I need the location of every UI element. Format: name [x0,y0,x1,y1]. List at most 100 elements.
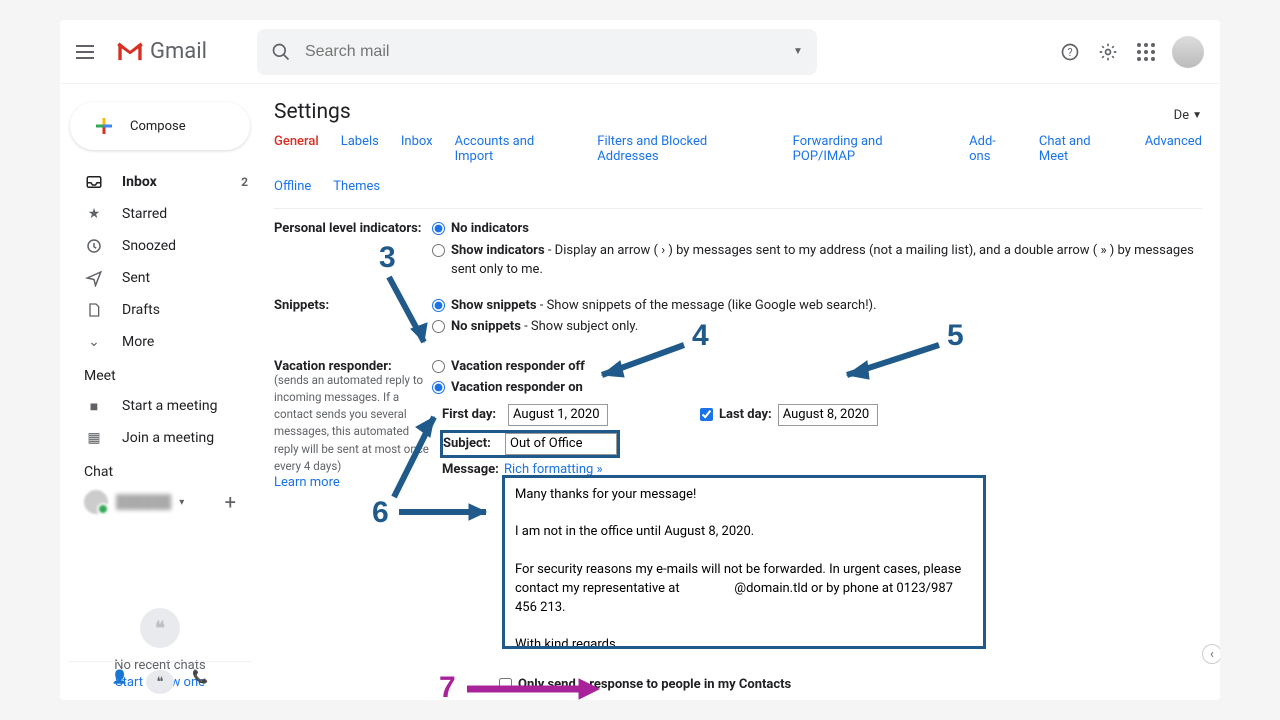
svg-text:7: 7 [439,671,456,700]
last-day-label: Last day: [719,407,772,422]
first-day-input[interactable] [508,404,608,426]
subject-input[interactable] [505,433,617,455]
compose-label: Compose [130,119,186,134]
footer-chat-icon[interactable]: ❝ [146,670,174,694]
content: Settings De▼ General Labels Inbox Accoun… [260,84,1220,700]
first-day-label: First day: [442,407,502,422]
tab-general[interactable]: General [274,134,319,168]
pli-opt1-label: No indicators [451,221,529,236]
settings-tabs: General Labels Inbox Accounts and Import… [274,134,1202,169]
footer-contacts-icon[interactable]: 👤 [112,670,128,694]
compose-plus-icon [92,114,116,138]
vacation-off-radio[interactable] [432,360,445,373]
vacation-off-label: Vacation responder off [451,359,585,374]
chat-user-name: ██████ [116,494,171,510]
svg-text:?: ? [1067,46,1072,59]
snippets-opt2-label: No snippets [451,319,521,334]
chevron-down-icon: ▼ [1192,110,1202,121]
settings-tabs-row2: Offline Themes [274,179,1202,209]
account-avatar[interactable] [1172,36,1204,68]
search-bar[interactable]: ▼ [257,29,817,75]
footer-phone-icon[interactable]: 📞 [192,670,208,694]
tab-filters[interactable]: Filters and Blocked Addresses [597,134,770,168]
snippets-no-radio[interactable] [432,320,445,333]
sidebar: Compose Inbox 2 ★ Starred Snoozed Sent [60,84,260,700]
inbox-count: 2 [241,175,248,189]
snippets-show-radio[interactable] [432,299,445,312]
side-panel-toggle[interactable]: ‹ [1202,644,1220,664]
header: Gmail ▼ ? [60,20,1220,84]
nav-drafts[interactable]: Drafts [60,294,260,326]
product-name: Gmail [150,39,207,64]
tab-inbox[interactable]: Inbox [401,134,433,168]
nav-inbox-label: Inbox [122,174,157,190]
pli-opt2-desc: - Display an arrow ( › ) by messages sen… [451,243,1194,278]
search-input[interactable] [305,43,793,61]
rich-formatting-link[interactable]: Rich formatting » [504,462,984,477]
star-icon: ★ [84,206,104,222]
apps-icon[interactable] [1134,40,1158,64]
tab-forwarding[interactable]: Forwarding and POP/IMAP [793,134,947,168]
tab-chatmeet[interactable]: Chat and Meet [1039,134,1123,168]
pli-label: Personal level indicators: [274,219,432,236]
nav-starred[interactable]: ★ Starred [60,198,260,230]
inbox-icon [84,173,104,191]
chevron-down-icon[interactable]: ▾ [179,497,184,508]
tab-addons[interactable]: Add-ons [969,134,1017,168]
chat-user[interactable]: ██████ ▾ + [60,486,260,518]
nav-inbox[interactable]: Inbox 2 [60,166,260,198]
pli-opt2-label: Show indicators [451,243,545,258]
new-chat-button[interactable]: + [225,490,236,514]
tab-labels[interactable]: Labels [341,134,379,168]
tab-advanced[interactable]: Advanced [1145,134,1202,168]
snippets-opt1-label: Show snippets [451,298,537,313]
message-label: Message: [442,462,498,477]
sent-icon [84,269,104,287]
nav-snoozed-label: Snoozed [122,238,176,254]
message-textarea[interactable] [504,477,984,647]
nav-more[interactable]: ⌄ More [60,326,260,358]
vacation-on-label: Vacation responder on [451,380,583,395]
last-day-checkbox[interactable] [700,408,713,421]
tab-themes[interactable]: Themes [333,179,380,198]
tab-accounts[interactable]: Accounts and Import [455,134,576,168]
vacation-sub: (sends an automated reply to incoming me… [274,372,432,476]
compose-button[interactable]: Compose [70,102,250,150]
last-day-input[interactable] [778,404,878,426]
nav-sent[interactable]: Sent [60,262,260,294]
search-options-button[interactable]: ▼ [793,46,803,57]
meet-heading: Meet [60,358,260,390]
nav-more-label: More [122,334,154,350]
main-menu-button[interactable] [76,40,100,64]
drafts-icon [84,301,104,319]
chat-bubble-icon: ❝ [140,608,180,648]
tab-offline[interactable]: Offline [274,179,311,198]
chat-user-avatar [84,490,108,514]
keyboard-icon: ▦ [84,430,104,446]
snippets-opt1-desc: - Show snippets of the message (like Goo… [537,298,877,313]
support-icon[interactable]: ? [1058,40,1082,64]
nav-snoozed[interactable]: Snoozed [60,230,260,262]
clock-icon [84,237,104,255]
video-icon: ■ [84,398,104,415]
gmail-logo[interactable]: Gmail [116,39,207,64]
meet-join[interactable]: ▦ Join a meeting [60,422,260,454]
chat-heading: Chat [60,454,260,486]
subject-label: Subject: [443,436,499,451]
vacation-on-radio[interactable] [432,381,445,394]
settings-gear-icon[interactable] [1096,40,1120,64]
language-selector[interactable]: De▼ [1174,108,1202,123]
snippets-opt2-desc: - Show subject only. [521,319,638,334]
vacation-learn-more[interactable]: Learn more [274,475,432,490]
page-title: Settings [274,100,351,124]
pli-show-indicators-radio[interactable] [432,244,445,257]
nav-drafts-label: Drafts [122,302,160,318]
nav-starred-label: Starred [122,206,167,222]
pli-no-indicators-radio[interactable] [432,222,445,235]
nav-sent-label: Sent [122,270,150,286]
only-contacts-checkbox[interactable] [499,678,512,691]
search-icon [271,42,291,62]
chevron-down-icon: ⌄ [84,334,104,350]
meet-start[interactable]: ■ Start a meeting [60,390,260,422]
only-contacts-label: Only send a response to people in my Con… [518,677,791,692]
